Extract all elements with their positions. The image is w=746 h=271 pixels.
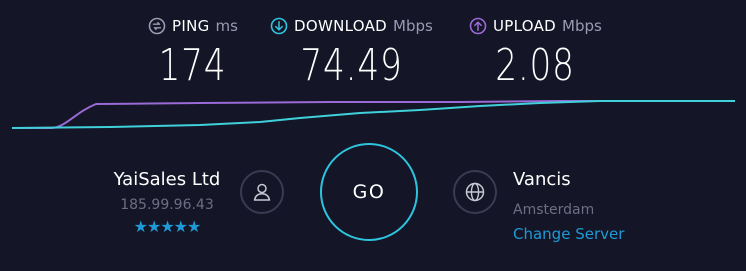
server-info: Vancis Amsterdam Change Server <box>513 168 624 244</box>
speedtest-panel: PING ms 174 DOWNLOAD Mbps 74.49 UPLOAD M… <box>0 0 746 271</box>
isp-info: YaiSales Ltd 185.99.96.43 ★★★★★ <box>100 168 234 238</box>
upload-arrow-icon <box>469 17 487 35</box>
isp-name: YaiSales Ltd <box>113 169 221 190</box>
ping-unit: ms <box>215 17 238 35</box>
ping-header: PING ms <box>148 14 238 38</box>
change-server-link[interactable]: Change Server <box>513 224 624 244</box>
download-header: DOWNLOAD Mbps <box>270 14 433 38</box>
isp-ip-address: 185.99.96.43 <box>120 197 214 213</box>
ping-metric: PING ms 174 <box>148 14 238 88</box>
server-location: Amsterdam <box>513 202 595 218</box>
upload-metric: UPLOAD Mbps 2.08 <box>469 14 602 88</box>
speed-graph <box>11 100 735 129</box>
download-value: 74.49 <box>300 40 403 91</box>
download-arrow-icon <box>270 17 288 35</box>
download-metric: DOWNLOAD Mbps 74.49 <box>270 14 433 88</box>
server-name: Vancis <box>513 169 571 190</box>
upload-value: 2.08 <box>495 40 576 91</box>
download-label: DOWNLOAD <box>294 17 387 35</box>
ping-label: PING <box>172 17 210 35</box>
ping-value: 174 <box>159 40 227 91</box>
download-unit: Mbps <box>393 17 433 35</box>
upload-unit: Mbps <box>562 17 602 35</box>
ping-icon <box>148 17 166 35</box>
download-graph-line <box>11 100 735 129</box>
upload-graph-line <box>12 100 735 129</box>
isp-rating-stars: ★★★★★ <box>133 217 202 236</box>
user-icon[interactable] <box>240 170 284 214</box>
upload-label: UPLOAD <box>493 17 557 35</box>
upload-header: UPLOAD Mbps <box>469 14 602 38</box>
globe-icon[interactable] <box>453 170 497 214</box>
go-button[interactable]: GO <box>320 143 418 241</box>
